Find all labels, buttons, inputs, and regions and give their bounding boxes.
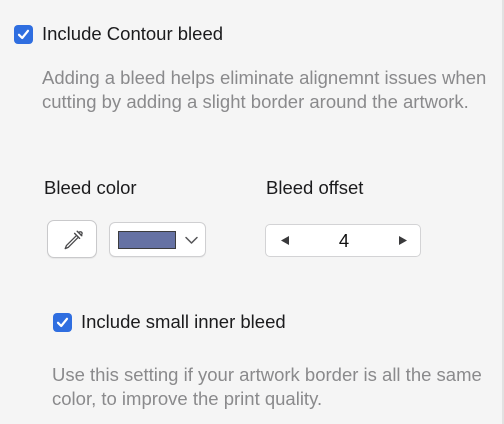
inner-bleed-checkbox[interactable]	[53, 313, 72, 332]
bleed-color-popup[interactable]	[109, 222, 206, 257]
triangle-left-icon	[281, 236, 289, 245]
checkmark-icon	[17, 29, 30, 40]
inner-bleed-label[interactable]: Include small inner bleed	[81, 311, 286, 333]
contour-bleed-help-text: Adding a bleed helps eliminate alignemnt…	[42, 67, 487, 112]
bleed-offset-value[interactable]: 4	[326, 231, 362, 251]
bleed-offset-stepper[interactable]: 4	[265, 224, 421, 257]
bleed-offset-increment-button[interactable]	[388, 225, 418, 256]
bleed-offset-decrement-button[interactable]	[270, 225, 300, 256]
triangle-right-icon	[399, 236, 407, 245]
bleed-color-label: Bleed color	[44, 177, 137, 198]
chevron-down-icon	[185, 236, 198, 244]
eyedropper-button[interactable]	[47, 220, 97, 258]
contour-bleed-label[interactable]: Include Contour bleed	[42, 23, 223, 45]
checkmark-icon	[56, 317, 69, 328]
bleed-offset-label: Bleed offset	[266, 177, 364, 198]
inner-bleed-help-text: Use this setting if your artwork border …	[52, 364, 482, 409]
bleed-color-swatch	[118, 231, 176, 249]
eyedropper-icon	[64, 230, 83, 250]
contour-bleed-checkbox[interactable]	[14, 25, 33, 44]
